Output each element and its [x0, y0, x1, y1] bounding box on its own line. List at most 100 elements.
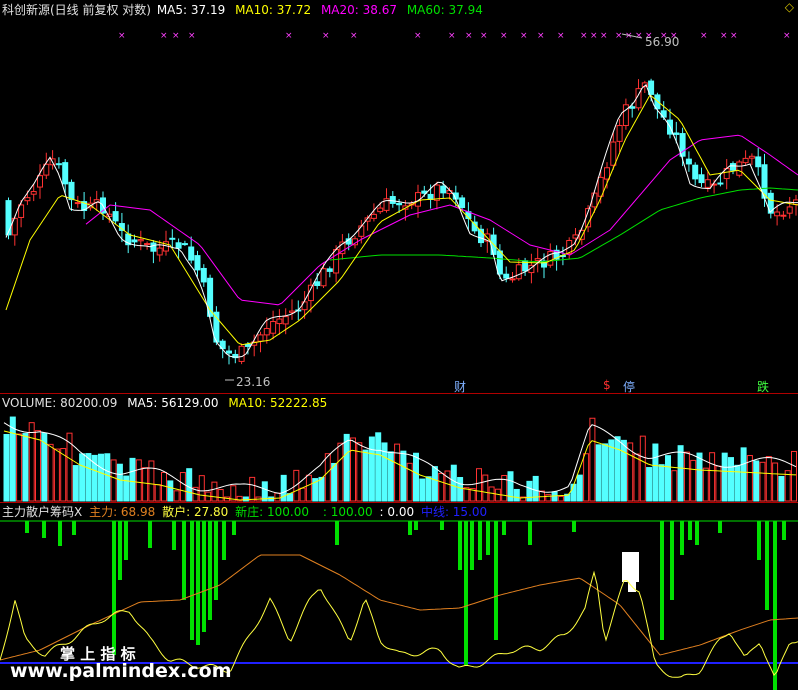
volume-bar: [293, 469, 300, 502]
candle-body: [515, 264, 522, 280]
volume-bar: [211, 481, 218, 502]
zhuli-bar: [190, 521, 194, 640]
volume-bar: [400, 450, 407, 502]
volume-bar: [299, 487, 306, 502]
volume-bar: [35, 430, 41, 502]
volume-bar: [740, 447, 747, 502]
candle-body: [616, 125, 623, 142]
zhuli-bar: [118, 521, 122, 580]
volume-bar: [72, 465, 79, 502]
limit-marker: ×: [160, 31, 168, 41]
limit-marker: ×: [188, 31, 196, 41]
zhuli-bar: [688, 521, 692, 540]
volume-bar: [123, 475, 130, 502]
signal-block: [628, 578, 636, 592]
zhongxian-value: 中线: 15.00: [420, 505, 488, 519]
volume-bar: [16, 433, 23, 502]
zhuli-bar: [680, 521, 684, 555]
candle-body: [226, 350, 232, 354]
zhuli-bar: [765, 521, 769, 610]
volume-bar: [469, 488, 476, 502]
volume-bar: [47, 443, 54, 502]
candle-body: [610, 141, 617, 166]
volume-bar: [728, 457, 734, 502]
zhuli-bar: [72, 521, 76, 535]
zhuli-bar: [208, 521, 212, 620]
volume-bar: [784, 470, 791, 502]
volume-bar: [683, 451, 690, 502]
zhuli-bar: [408, 521, 412, 535]
event-tag-dollar[interactable]: $: [603, 378, 611, 392]
candle-body: [263, 328, 270, 336]
volume-bar: [179, 472, 186, 502]
volume-value: VOLUME: 80200.09: [2, 396, 118, 410]
volume-bar: [476, 468, 482, 502]
zhuli-bar: [124, 521, 128, 560]
candle-body: [257, 334, 264, 342]
candle-body: [774, 211, 781, 217]
volume-bar: [532, 475, 539, 502]
volume-ma10: MA10: 52222.85: [228, 396, 328, 410]
zhuli-bar: [196, 521, 200, 645]
candle-body: [169, 237, 176, 240]
limit-marker: ×: [615, 31, 623, 41]
volume-bar: [343, 433, 350, 502]
price-chart[interactable]: × × × × × × × × × × × × × × × × × × × × × × × × × × × ×: [0, 0, 798, 393]
volume-bar: [161, 471, 167, 502]
stock-chart-window: 科创新源(日线 前复权 对数) MA5: 37.19 MA10: 37.72 M…: [0, 0, 798, 690]
volume-bar: [438, 472, 445, 502]
volume-bar: [413, 452, 419, 502]
candle-body: [200, 267, 207, 283]
zhuli-bar: [502, 521, 506, 535]
zhuli-bar: [757, 521, 761, 560]
volume-bar: [614, 436, 621, 502]
zhuli-bar: [695, 521, 699, 545]
limit-marker: ×: [414, 31, 422, 41]
zhuli-bar: [414, 521, 418, 530]
volume-bar: [148, 460, 155, 502]
volume-bar: [375, 432, 382, 502]
volume-bar: [387, 451, 394, 502]
limit-marker: ×: [700, 31, 708, 41]
zhuli-bar: [214, 521, 218, 600]
volume-bar: [104, 453, 111, 502]
volume-bar: [53, 448, 60, 502]
volume-bar: [116, 463, 123, 502]
volume-bar: [337, 442, 344, 502]
zhuli-bar: [42, 521, 46, 538]
candle-body: [736, 161, 743, 176]
volume-bar: [488, 486, 495, 502]
candle-body: [604, 167, 610, 180]
zhuli-bar: [440, 521, 444, 530]
volume-bar: [570, 483, 577, 502]
volume-bar: [620, 439, 627, 502]
volume-bar: [110, 459, 117, 502]
volume-bar: [539, 490, 545, 502]
volume-bar: [394, 443, 401, 502]
candle-body: [112, 211, 119, 222]
volume-bar: [350, 437, 356, 502]
volume-bar: [545, 494, 552, 502]
volume-bar: [41, 432, 48, 502]
ma10-line: [5, 94, 798, 346]
candle-body: [24, 197, 31, 202]
volume-bar: [261, 481, 268, 502]
limit-marker: ×: [557, 31, 565, 41]
volume-bar: [602, 443, 608, 502]
volume-bar: [154, 484, 161, 502]
volume-pane-header: VOLUME: 80200.09 MA5: 56129.00 MA10: 522…: [2, 396, 333, 410]
volume-bar: [450, 464, 457, 502]
zhuli-bar: [494, 521, 498, 640]
limit-marker: ×: [448, 31, 456, 41]
volume-bar: [91, 454, 98, 502]
volume-bar: [22, 433, 29, 502]
volume-bar: [224, 496, 230, 502]
zhuli-bar: [58, 521, 62, 546]
volume-ma5-line: [3, 422, 797, 495]
volume-bar: [242, 496, 249, 502]
volume-bar: [646, 467, 653, 502]
candle-body: [433, 184, 440, 201]
candle-body: [755, 156, 762, 168]
indicator-pane-header: 主力散户筹码X 主力: 68.98 散户: 27.80 新庄: 100.00 :…: [2, 505, 493, 519]
volume-bar: [249, 476, 256, 502]
